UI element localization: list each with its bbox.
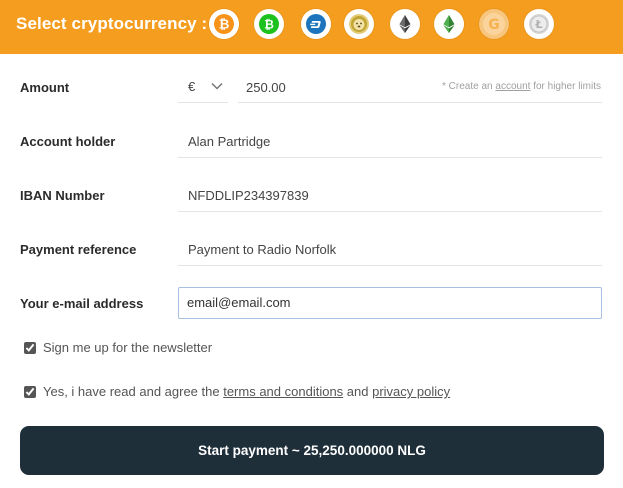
- hint-suffix: for higher limits: [530, 81, 601, 92]
- email-label: Your e-mail address: [20, 296, 144, 311]
- chevron-down-icon: [211, 82, 223, 90]
- payment-reference-label: Payment reference: [20, 242, 137, 257]
- coin-ethereum-button[interactable]: [390, 9, 420, 39]
- email-field: [178, 287, 602, 319]
- coin-litecoin-button[interactable]: Ł: [524, 9, 554, 39]
- currency-select[interactable]: €: [178, 70, 228, 103]
- coin-bitcoin-button[interactable]: ₿: [209, 9, 239, 39]
- crypto-header: Select cryptocurrency : ₿ ₿ G Ł: [0, 0, 623, 54]
- agree-prefix: Yes, i have read and agree the: [43, 384, 224, 399]
- hint-prefix: * Create an: [442, 81, 496, 92]
- agree-label: Yes, i have read and agree the terms and…: [43, 384, 450, 399]
- newsletter-row: Sign me up for the newsletter: [24, 340, 212, 355]
- ethereum-icon: [399, 15, 411, 33]
- create-account-link[interactable]: account: [495, 81, 530, 92]
- payment-reference-input[interactable]: [188, 242, 588, 257]
- start-payment-button[interactable]: Start payment ~ 25,250.000000 NLG: [20, 426, 604, 475]
- coin-bitcoin-cash-button[interactable]: ₿: [254, 9, 284, 39]
- agree-middle: and: [343, 384, 373, 399]
- svg-text:Ł: Ł: [534, 18, 542, 31]
- currency-value: €: [188, 78, 196, 94]
- coin-ethereum-classic-button[interactable]: [434, 9, 464, 39]
- ethereum-classic-icon: [443, 15, 455, 33]
- amount-limit-hint: * Create an account for higher limits: [442, 81, 601, 92]
- amount-label: Amount: [20, 80, 70, 95]
- amount-field: * Create an account for higher limits: [238, 70, 602, 103]
- svg-text:G: G: [488, 17, 500, 33]
- header-title: Select cryptocurrency :: [16, 14, 208, 33]
- coin-gulden-button[interactable]: G: [479, 9, 509, 39]
- newsletter-label: Sign me up for the newsletter: [43, 340, 213, 355]
- account-holder-underline: [178, 157, 602, 158]
- account-holder-input[interactable]: [188, 134, 588, 149]
- agree-row: Yes, i have read and agree the terms and…: [24, 384, 450, 399]
- dogecoin-icon: [349, 14, 369, 34]
- iban-underline: [178, 211, 602, 212]
- coin-dash-button[interactable]: [301, 9, 331, 39]
- iban-input[interactable]: [188, 188, 588, 203]
- svg-text:₿: ₿: [264, 18, 274, 32]
- litecoin-icon: Ł: [529, 14, 549, 34]
- amount-input[interactable]: [246, 80, 406, 95]
- bitcoin-icon: ₿: [214, 14, 234, 34]
- iban-label: IBAN Number: [20, 188, 105, 203]
- dash-icon: [306, 14, 326, 34]
- privacy-link[interactable]: privacy policy: [372, 384, 450, 399]
- email-input[interactable]: [187, 295, 587, 310]
- account-holder-label: Account holder: [20, 134, 116, 149]
- newsletter-checkbox[interactable]: [24, 341, 36, 354]
- payment-reference-underline: [178, 265, 602, 266]
- gulden-icon: G: [483, 13, 505, 35]
- coin-dogecoin-button[interactable]: [344, 9, 374, 39]
- terms-link[interactable]: terms and conditions: [223, 384, 343, 399]
- svg-text:₿: ₿: [219, 18, 230, 33]
- bitcoin-cash-icon: ₿: [259, 14, 279, 34]
- agree-checkbox[interactable]: [24, 385, 36, 398]
